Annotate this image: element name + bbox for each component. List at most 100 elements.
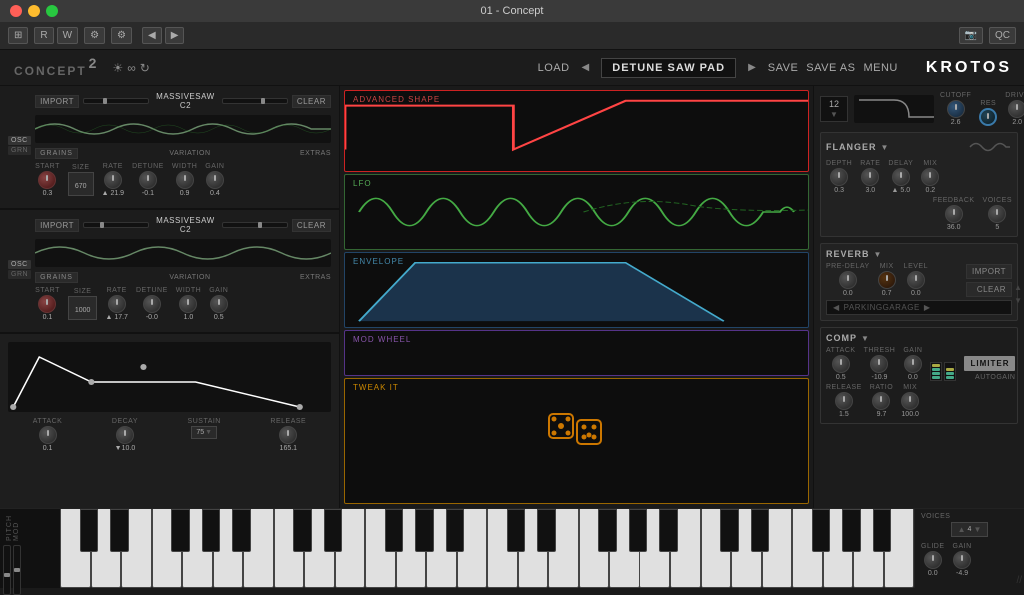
grn1-tab[interactable]: GRN <box>8 146 31 155</box>
osc2-size-display[interactable]: 1000 <box>68 296 98 320</box>
reverb-mix-knob[interactable] <box>878 271 896 289</box>
voices-value-display[interactable]: ▲ 4 ▼ <box>951 522 989 537</box>
cutoff-knob[interactable] <box>947 100 965 118</box>
record-button[interactable]: R <box>34 27 53 44</box>
comp-name[interactable]: COMP <box>826 333 857 343</box>
limiter-button[interactable]: LIMITER <box>964 356 1015 371</box>
osc2-detune-knob[interactable] <box>143 295 161 313</box>
osc2-right-slider[interactable] <box>222 222 288 228</box>
osc2-import-button[interactable]: IMPORT <box>35 219 79 232</box>
black-key[interactable] <box>446 509 464 552</box>
black-key[interactable] <box>385 509 403 552</box>
reverb-import-button[interactable]: IMPORT <box>966 264 1012 279</box>
refresh-icon[interactable]: ↻ <box>140 61 150 75</box>
black-key[interactable] <box>629 509 647 552</box>
osc1-slider[interactable] <box>83 98 149 104</box>
filter-num-display[interactable]: 12 ▼ <box>820 96 848 122</box>
camera-icon[interactable]: 📷 <box>959 27 983 44</box>
osc1-rate-knob[interactable] <box>104 171 122 189</box>
save-as-button[interactable]: SAVE AS <box>806 62 855 74</box>
reverb-level-knob[interactable] <box>907 271 925 289</box>
comp-dropdown[interactable]: ▼ <box>861 334 869 343</box>
comp-ratio-knob[interactable] <box>872 392 890 410</box>
osc1-width-knob[interactable] <box>176 171 194 189</box>
settings-icon[interactable]: ⊞ <box>8 27 28 44</box>
drive-knob[interactable] <box>1008 100 1024 118</box>
black-key[interactable] <box>110 509 128 552</box>
black-key[interactable] <box>751 509 769 552</box>
black-key[interactable] <box>324 509 342 552</box>
black-key[interactable] <box>812 509 830 552</box>
link-icon[interactable]: ∞ <box>127 61 136 75</box>
black-key[interactable] <box>202 509 220 552</box>
osc1-right-slider[interactable] <box>222 98 288 104</box>
black-key[interactable] <box>171 509 189 552</box>
comp-attack-knob[interactable] <box>832 355 850 373</box>
osc1-clear-button[interactable]: CLEAR <box>292 95 331 108</box>
comp-gain-knob[interactable] <box>904 355 922 373</box>
next-preset-arrow[interactable]: ▶ <box>744 62 760 73</box>
sustain-display[interactable]: 75 ▼ <box>191 426 217 439</box>
osc1-size-display[interactable]: 670 <box>68 172 94 196</box>
osc1-tab[interactable]: OSC <box>8 136 31 145</box>
sun-icon[interactable]: ☀ <box>112 61 123 75</box>
flanger-voices-knob[interactable] <box>988 205 1006 223</box>
write-button[interactable]: W <box>57 27 78 44</box>
comp-release-knob[interactable] <box>835 392 853 410</box>
osc2-clear-button[interactable]: CLEAR <box>292 219 331 232</box>
window-controls[interactable] <box>10 5 58 17</box>
black-key[interactable] <box>720 509 738 552</box>
glide-knob[interactable] <box>924 551 942 569</box>
black-key[interactable] <box>598 509 616 552</box>
black-key[interactable] <box>415 509 433 552</box>
osc1-import-button[interactable]: IMPORT <box>35 95 79 108</box>
osc2-start-knob[interactable] <box>38 295 56 313</box>
comp-mix-knob[interactable] <box>901 392 919 410</box>
scroll-down-arrow[interactable]: ▼ <box>1014 296 1022 305</box>
osc2-width-knob[interactable] <box>179 295 197 313</box>
black-key[interactable] <box>232 509 250 552</box>
osc2-slider[interactable] <box>83 222 149 228</box>
osc1-start-knob[interactable] <box>38 171 56 189</box>
osc2-rate-knob[interactable] <box>108 295 126 313</box>
grn2-tab[interactable]: GRN <box>8 270 31 279</box>
flanger-rate-knob[interactable] <box>861 168 879 186</box>
scroll-up-arrow[interactable]: ▲ <box>1014 283 1022 292</box>
release-knob[interactable] <box>279 426 297 444</box>
flanger-feedback-knob[interactable] <box>945 205 963 223</box>
black-key[interactable] <box>659 509 677 552</box>
prev-preset-arrow[interactable]: ◀ <box>578 62 594 73</box>
osc1-gain-knob[interactable] <box>206 171 224 189</box>
black-key[interactable] <box>842 509 860 552</box>
reverb-clear-button[interactable]: CLEAR <box>966 282 1012 297</box>
black-key[interactable] <box>293 509 311 552</box>
osc1-detune-knob[interactable] <box>139 171 157 189</box>
flanger-dropdown[interactable]: ▼ <box>881 143 889 152</box>
kb-gain-knob[interactable] <box>953 551 971 569</box>
maximize-button[interactable] <box>46 5 58 17</box>
reverb-dropdown[interactable]: ▼ <box>874 250 882 259</box>
flanger-depth-knob[interactable] <box>830 168 848 186</box>
res-knob[interactable] <box>979 108 997 126</box>
flanger-mix-knob[interactable] <box>921 168 939 186</box>
attack-knob[interactable] <box>39 426 57 444</box>
qc-button[interactable]: QC <box>989 27 1016 44</box>
load-button[interactable]: LOAD <box>538 62 570 74</box>
black-key[interactable] <box>80 509 98 552</box>
piano-keys[interactable] <box>60 509 914 588</box>
black-key[interactable] <box>507 509 525 552</box>
next-preset-button[interactable]: ▶ <box>165 27 185 44</box>
reverb-preset-button[interactable]: ◀ PARKINGGARAGE ▶ <box>826 300 1012 315</box>
config-icon[interactable]: ⚙ <box>111 27 132 44</box>
menu-button[interactable]: MENU <box>863 62 897 74</box>
decay-knob[interactable] <box>116 426 134 444</box>
tweak-it-icon[interactable] <box>547 412 607 471</box>
osc2-tab[interactable]: OSC <box>8 260 31 269</box>
close-button[interactable] <box>10 5 22 17</box>
osc2-gain-knob[interactable] <box>210 295 228 313</box>
comp-thresh-knob[interactable] <box>870 355 888 373</box>
minimize-button[interactable] <box>28 5 40 17</box>
save-button[interactable]: SAVE <box>768 62 799 74</box>
reverb-predelay-knob[interactable] <box>839 271 857 289</box>
black-key[interactable] <box>873 509 891 552</box>
